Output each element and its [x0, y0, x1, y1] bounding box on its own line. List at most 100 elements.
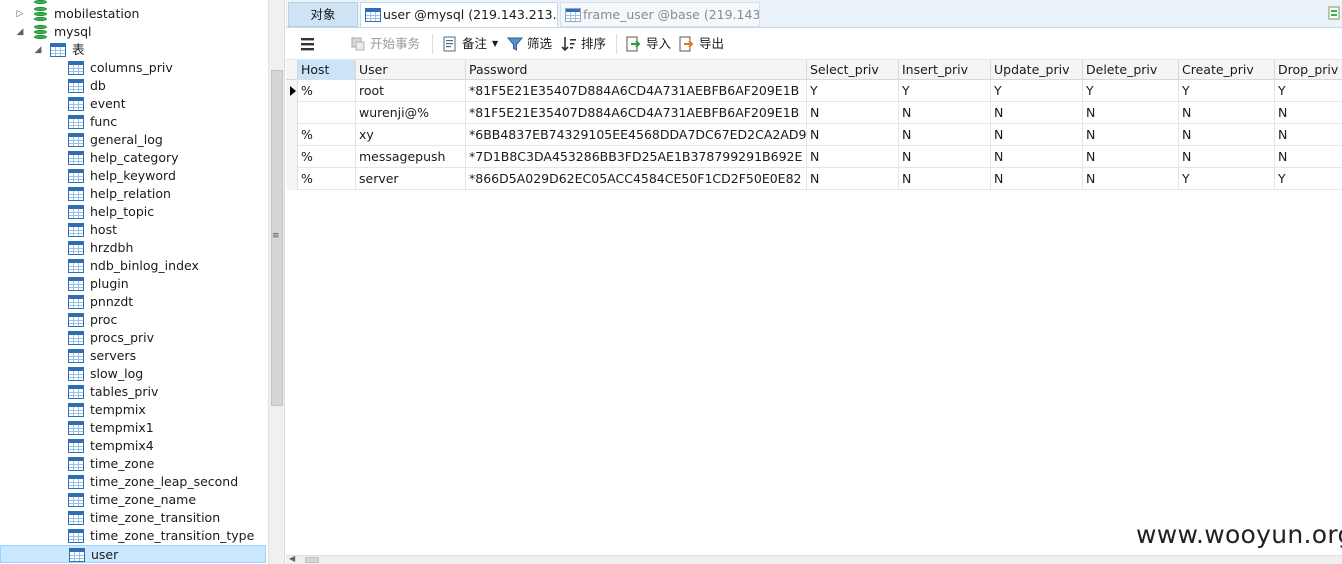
table-row[interactable]: % root *81F5E21E35407D884A6CD4A731AEBFB6AF… — [286, 80, 1342, 102]
cell-host[interactable]: % — [298, 168, 356, 190]
collapse-arrow-icon[interactable]: ◢ — [14, 23, 26, 41]
tree-table-help-keyword[interactable]: help_keyword — [0, 167, 266, 185]
tree-table-func[interactable]: func — [0, 113, 266, 131]
cell-user[interactable]: wurenji@% — [356, 102, 466, 124]
tree-table-tempmix[interactable]: tempmix — [0, 401, 266, 419]
tree-table-plugin[interactable]: plugin — [0, 275, 266, 293]
cell-create-priv[interactable]: Y — [1179, 168, 1275, 190]
begin-transaction-button[interactable]: 开始事务 — [350, 35, 422, 53]
cell-create-priv[interactable]: N — [1179, 124, 1275, 146]
column-header-user[interactable]: User — [356, 60, 466, 80]
cell-update-priv[interactable]: N — [991, 168, 1083, 190]
tree-table-servers[interactable]: servers — [0, 347, 266, 365]
expand-arrow-icon[interactable]: ▷ — [14, 5, 26, 23]
nav-scrollbar[interactable]: ≡ — [268, 0, 285, 564]
cell-password[interactable]: *7D1B8C3DA453286BB3FD25AE1B378799291B692… — [466, 146, 807, 168]
data-grid[interactable]: Host User Password Select_priv Insert_priv Up… — [286, 60, 1342, 555]
cell-host[interactable]: % — [298, 80, 356, 102]
cell-insert-priv[interactable]: N — [899, 168, 991, 190]
tree-table-time-zone-name[interactable]: time_zone_name — [0, 491, 266, 509]
cell-select-priv[interactable]: N — [807, 102, 899, 124]
cell-user[interactable]: xy — [356, 124, 466, 146]
cell-insert-priv[interactable]: N — [899, 124, 991, 146]
cell-password[interactable]: *81F5E21E35407D884A6CD4A731AEBFB6AF209E1… — [466, 102, 807, 124]
cell-drop-priv[interactable]: Y — [1275, 168, 1342, 190]
cell-host[interactable] — [298, 102, 356, 124]
cell-create-priv[interactable]: N — [1179, 146, 1275, 168]
row-selector[interactable] — [286, 102, 298, 124]
row-selector[interactable] — [286, 146, 298, 168]
cell-select-priv[interactable]: N — [807, 168, 899, 190]
cell-drop-priv[interactable]: N — [1275, 124, 1342, 146]
cell-select-priv[interactable]: N — [807, 124, 899, 146]
column-header-create-priv[interactable]: Create_priv — [1179, 60, 1275, 80]
cell-update-priv[interactable]: Y — [991, 80, 1083, 102]
cell-select-priv[interactable]: N — [807, 146, 899, 168]
tree-table-host[interactable]: host — [0, 221, 266, 239]
table-row[interactable]: wurenji@% *81F5E21E35407D884A6CD4A731AEBF… — [286, 102, 1342, 124]
tree-table-pnnzdt[interactable]: pnnzdt — [0, 293, 266, 311]
column-header-password[interactable]: Password — [466, 60, 807, 80]
column-header-update-priv[interactable]: Update_priv — [991, 60, 1083, 80]
cell-create-priv[interactable]: Y — [1179, 80, 1275, 102]
tree-table-proc[interactable]: proc — [0, 311, 266, 329]
scroll-left-arrow-icon[interactable]: ◀ — [289, 554, 295, 563]
cell-insert-priv[interactable]: Y — [899, 80, 991, 102]
column-header-host[interactable]: Host — [298, 60, 356, 80]
cell-update-priv[interactable]: N — [991, 124, 1083, 146]
memo-button[interactable]: 备注 ▼ — [442, 35, 500, 53]
cell-update-priv[interactable]: N — [991, 102, 1083, 124]
cell-delete-priv[interactable]: N — [1083, 124, 1179, 146]
column-header-insert-priv[interactable]: Insert_priv — [899, 60, 991, 80]
cell-create-priv[interactable]: N — [1179, 102, 1275, 124]
cell-password[interactable]: *81F5E21E35407D884A6CD4A731AEBFB6AF209E1… — [466, 80, 807, 102]
tree-table-event[interactable]: event — [0, 95, 266, 113]
tab-objects[interactable]: 对象 — [288, 2, 358, 27]
tree-table-tables-priv[interactable]: tables_priv — [0, 383, 266, 401]
cell-insert-priv[interactable]: N — [899, 146, 991, 168]
tree-table-tempmix4[interactable]: tempmix4 — [0, 437, 266, 455]
tree-table-user[interactable]: user — [0, 545, 266, 563]
tab-overflow-icon[interactable] — [1328, 6, 1340, 20]
cell-user[interactable]: root — [356, 80, 466, 102]
cell-host[interactable]: % — [298, 146, 356, 168]
tab-frame-user-base[interactable]: frame_user @base (219.143... — [560, 2, 760, 27]
tree-table-tempmix1[interactable]: tempmix1 — [0, 419, 266, 437]
tree-tables-node[interactable]: ◢ 表 — [0, 41, 266, 59]
export-button[interactable]: 导出 — [679, 35, 727, 53]
tree-table-time-zone-transition[interactable]: time_zone_transition — [0, 509, 266, 527]
cell-password[interactable]: *866D5A029D62EC05ACC4584CE50F1CD2F50E0E8… — [466, 168, 807, 190]
row-selector[interactable] — [286, 168, 298, 190]
column-header-select-priv[interactable]: Select_priv — [807, 60, 899, 80]
tree-table-time-zone[interactable]: time_zone — [0, 455, 266, 473]
cell-drop-priv[interactable]: N — [1275, 102, 1342, 124]
cell-select-priv[interactable]: Y — [807, 80, 899, 102]
grid-horizontal-scrollbar[interactable]: ◀ — [286, 554, 1342, 564]
cell-delete-priv[interactable]: Y — [1083, 80, 1179, 102]
tree-table-help-relation[interactable]: help_relation — [0, 185, 266, 203]
table-row[interactable]: % server *866D5A029D62EC05ACC4584CE50F1CD2… — [286, 168, 1342, 190]
menu-button[interactable] — [300, 35, 316, 53]
tree-table-general-log[interactable]: general_log — [0, 131, 266, 149]
cell-update-priv[interactable]: N — [991, 146, 1083, 168]
filter-button[interactable]: 筛选 — [507, 35, 555, 53]
import-button[interactable]: 导入 — [626, 35, 674, 53]
column-header-delete-priv[interactable]: Delete_priv — [1083, 60, 1179, 80]
tree-table-columns-priv[interactable]: columns_priv — [0, 59, 266, 77]
tree-table-help-category[interactable]: help_category — [0, 149, 266, 167]
tree-table-ndb-binlog-index[interactable]: ndb_binlog_index — [0, 257, 266, 275]
cell-drop-priv[interactable]: Y — [1275, 80, 1342, 102]
row-selector[interactable] — [286, 80, 298, 102]
table-row[interactable]: % messagepush *7D1B8C3DA453286BB3FD25AE1B3… — [286, 146, 1342, 168]
tree-table-time-zone-leap-second[interactable]: time_zone_leap_second — [0, 473, 266, 491]
cell-insert-priv[interactable]: N — [899, 102, 991, 124]
tree-table-time-zone-transition-type[interactable]: time_zone_transition_type — [0, 527, 266, 545]
tree-table-procs-priv[interactable]: procs_priv — [0, 329, 266, 347]
cell-drop-priv[interactable]: N — [1275, 146, 1342, 168]
cell-delete-priv[interactable]: N — [1083, 146, 1179, 168]
tree-table-help-topic[interactable]: help_topic — [0, 203, 266, 221]
dropdown-arrow-icon[interactable]: ▼ — [492, 35, 498, 53]
cell-user[interactable]: messagepush — [356, 146, 466, 168]
cell-host[interactable]: % — [298, 124, 356, 146]
tree-table-slow-log[interactable]: slow_log — [0, 365, 266, 383]
